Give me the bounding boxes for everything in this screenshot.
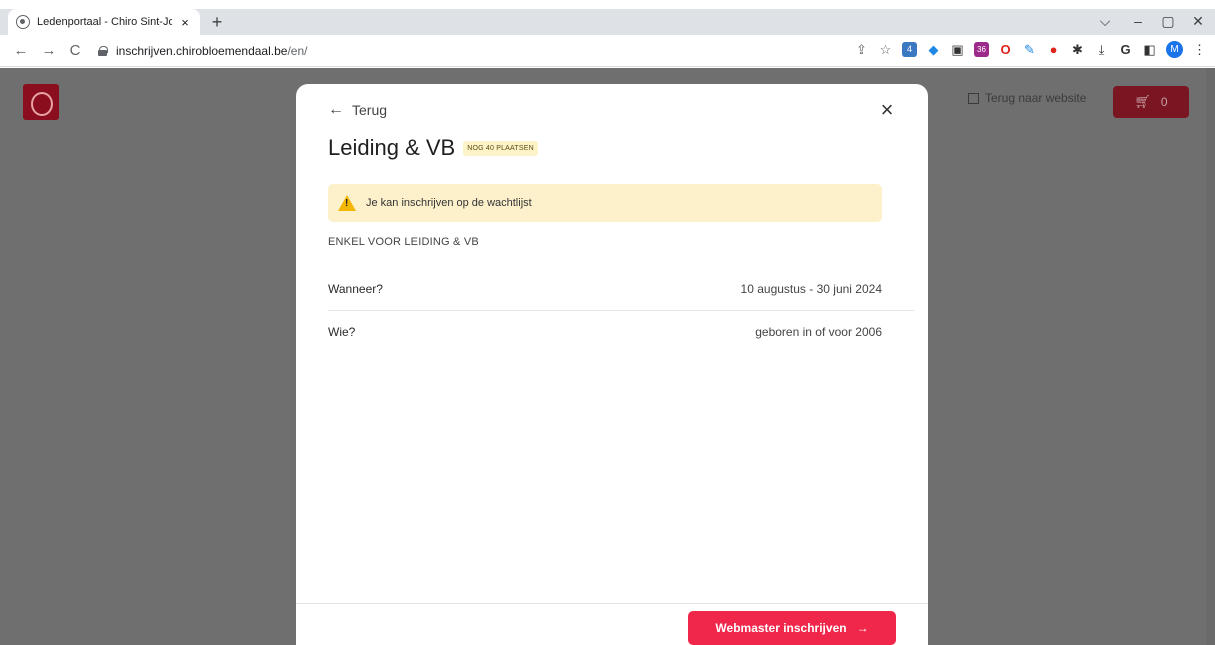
profile-avatar[interactable]: M: [1166, 41, 1183, 58]
minimize-button[interactable]: –: [1125, 13, 1151, 29]
cart-icon: 🛒︎: [1134, 94, 1151, 109]
top-strip: [0, 0, 1215, 9]
modal-heading: Leiding & VB NOG 40 PLAATSEN: [328, 135, 538, 161]
url-domain: inschrijven.chirobloemendaal.be: [116, 44, 288, 58]
reload-icon[interactable]: C: [66, 42, 84, 59]
share-icon[interactable]: ⇪: [854, 42, 869, 57]
modal-title: Leiding & VB: [328, 135, 456, 160]
extension-toolbar: ⇪ ☆ 4 ◆ ▣ 36 O ✎ ● ✱ ⤓ G ◧ M ⋮: [854, 41, 1207, 58]
row-value: 10 augustus - 30 juni 2024: [740, 282, 882, 296]
close-window-button[interactable]: ✕: [1185, 13, 1211, 30]
warning-icon: !: [338, 195, 356, 211]
row-label: Wie?: [328, 325, 356, 339]
arrow-right-icon: →: [856, 621, 869, 635]
chiro-logo[interactable]: [23, 84, 59, 120]
translate-badge: 4: [906, 44, 912, 54]
address-bar[interactable]: inschrijven.chirobloemendaal.be/en/: [90, 39, 910, 63]
browser-tab-strip: Ledenportaal - Chiro Sint-Jozef B × + ⌵ …: [0, 9, 1215, 35]
calendar-badge: 36: [977, 45, 986, 54]
row-label: Wanneer?: [328, 282, 383, 296]
register-button[interactable]: Webmaster inschrijven →: [688, 611, 896, 645]
register-button-label: Webmaster inschrijven: [715, 621, 847, 635]
maximize-button[interactable]: ▢: [1155, 13, 1181, 30]
extension-calendar-icon[interactable]: 36: [974, 42, 989, 57]
close-icon[interactable]: ×: [876, 98, 898, 122]
lock-icon[interactable]: [98, 46, 108, 56]
forward-arrow-icon[interactable]: →: [40, 42, 58, 59]
download-icon[interactable]: ⤓: [1094, 42, 1109, 57]
waitlist-alert: ! Je kan inschrijven op de wachtlijst: [328, 184, 882, 222]
extension-pen-icon[interactable]: ✎: [1022, 42, 1037, 57]
external-link-icon: [968, 92, 979, 104]
star-icon[interactable]: ☆: [878, 42, 893, 57]
browser-tab[interactable]: Ledenportaal - Chiro Sint-Jozef B ×: [8, 9, 200, 35]
tab-close-icon[interactable]: ×: [178, 15, 192, 30]
places-badge: NOG 40 PLAATSEN: [463, 140, 538, 156]
sidepanel-icon[interactable]: ◧: [1142, 42, 1157, 57]
alert-text: Je kan inschrijven op de wachtlijst: [366, 197, 532, 209]
extension-translate-icon[interactable]: 4: [902, 42, 917, 57]
row-divider: [328, 310, 914, 311]
url-text: inschrijven.chirobloemendaal.be/en/: [116, 44, 307, 58]
more-menu-icon[interactable]: ⋮: [1192, 42, 1207, 57]
cart-button[interactable]: 🛒︎ 0: [1113, 86, 1189, 118]
g-icon[interactable]: G: [1118, 42, 1133, 57]
extension-diamond-icon[interactable]: ◆: [926, 42, 941, 57]
tab-search-icon[interactable]: ⌵: [1092, 13, 1118, 30]
puzzle-icon[interactable]: ✱: [1070, 42, 1085, 57]
new-tab-button[interactable]: +: [207, 12, 227, 32]
extension-circle-icon[interactable]: ●: [1046, 42, 1061, 57]
back-to-website-link[interactable]: Terug naar website: [968, 91, 1086, 105]
cart-count: 0: [1160, 95, 1168, 109]
tab-title: Ledenportaal - Chiro Sint-Jozef B: [37, 16, 172, 28]
back-arrow-icon[interactable]: ←: [12, 42, 30, 59]
back-to-website-label: Terug naar website: [985, 91, 1087, 105]
modal-subtitle: ENKEL VOOR LEIDING & VB: [328, 236, 479, 248]
extension-opera-icon[interactable]: O: [998, 42, 1013, 57]
row-value: geboren in of voor 2006: [755, 325, 882, 339]
extension-window-icon[interactable]: ▣: [950, 42, 965, 57]
browser-toolbar: ← → C inschrijven.chirobloemendaal.be/en…: [0, 35, 1215, 67]
back-link[interactable]: ← Terug: [328, 101, 387, 119]
globe-icon: [16, 15, 30, 29]
arrow-left-icon: ←: [328, 101, 344, 118]
url-path: /en/: [287, 44, 308, 58]
back-label: Terug: [352, 102, 388, 118]
page-scrollbar[interactable]: [1206, 68, 1215, 645]
footer-divider: [296, 603, 928, 604]
group-detail-modal: ← Terug × Leiding & VB NOG 40 PLAATSEN !…: [296, 84, 928, 645]
